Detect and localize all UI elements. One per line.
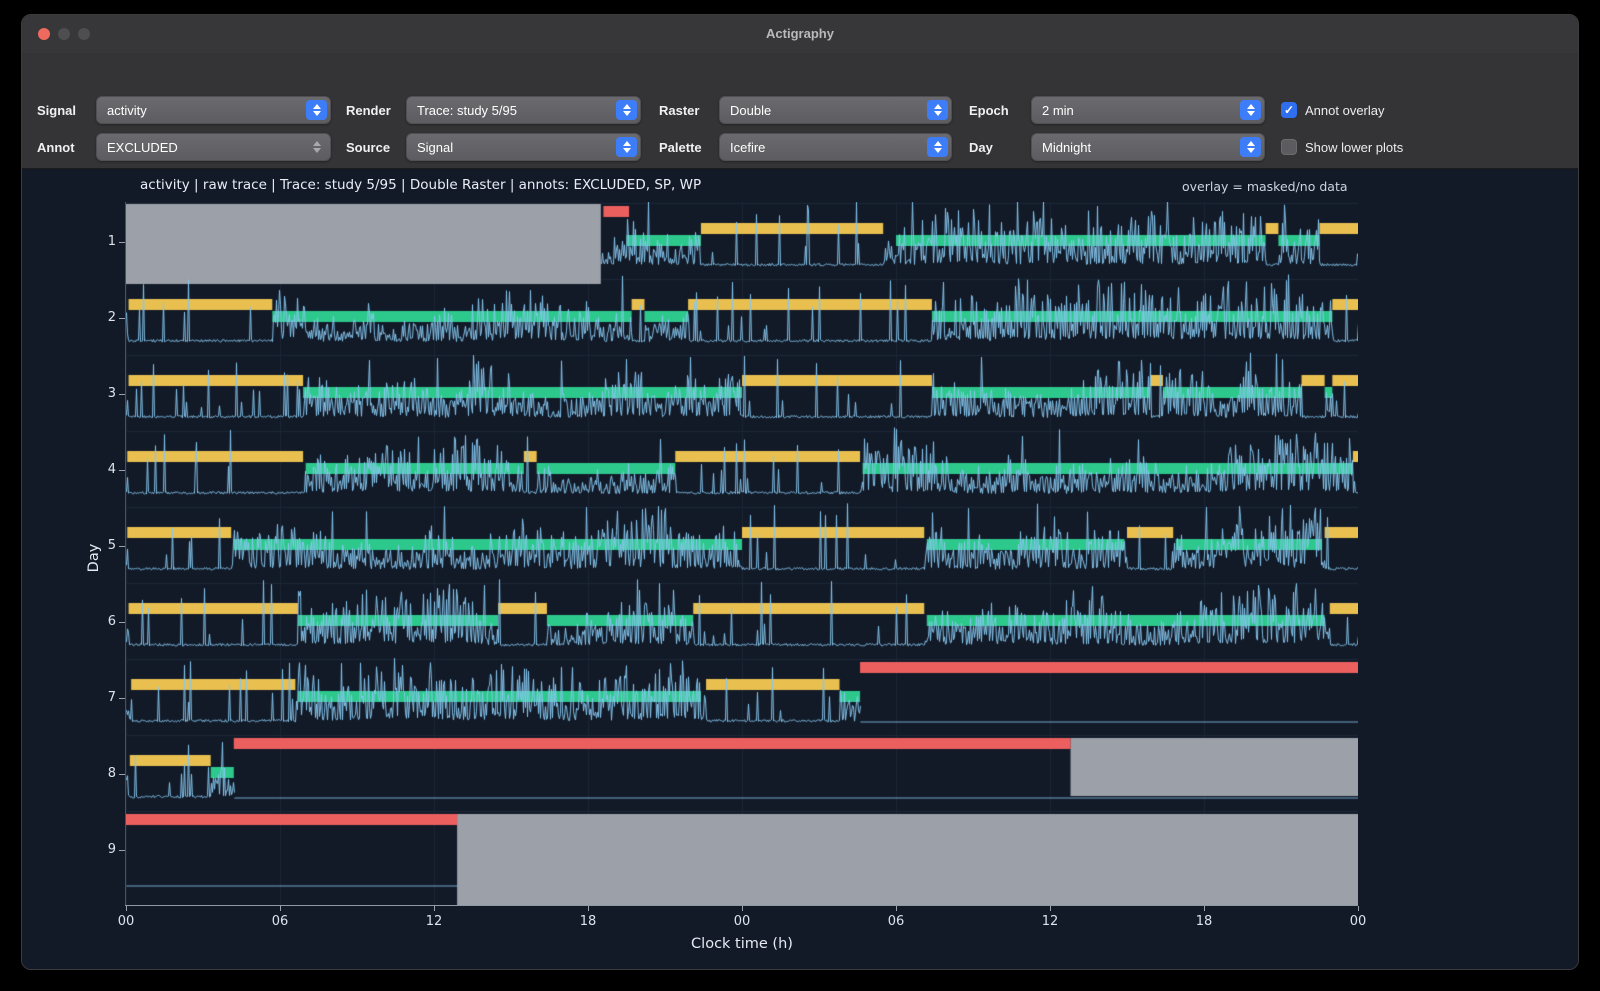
day-tick-mark [119,546,125,547]
day-tick-mark [119,622,125,623]
day-tick-label: 6 [76,614,116,629]
day-tick-mark [119,470,125,471]
epoch-label: Epoch [969,103,1031,118]
clock-tick-mark [1358,906,1359,911]
day-tick-mark [119,394,125,395]
day-tick-label: 9 [76,842,116,857]
clock-tick-label: 18 [568,914,608,929]
day-tick-mark [119,318,125,319]
clock-tick-mark [280,906,281,911]
day-tick-label: 3 [76,386,116,401]
render-select[interactable]: Trace: study 5/95 [406,96,641,124]
palette-label: Palette [659,140,719,155]
palette-select[interactable]: Icefire [719,133,952,161]
clock-tick-label: 00 [106,914,146,929]
source-select[interactable]: Signal [406,133,641,161]
y-axis-label: Day [86,538,102,578]
y-axis-spine [125,202,126,905]
x-axis-label: Clock time (h) [592,936,892,952]
clock-tick-label: 06 [260,914,300,929]
titlebar[interactable]: Actigraphy [22,15,1578,53]
source-label: Source [346,140,406,155]
day-tick-mark [119,774,125,775]
raster-label: Raster [659,103,719,118]
clock-tick-mark [588,906,589,911]
chart-panel: activity | raw trace | Trace: study 5/95… [22,170,1579,970]
clock-tick-label: 12 [414,914,454,929]
day-tick-mark [119,242,125,243]
epoch-select[interactable]: 2 min [1031,96,1265,124]
stepper-icon [616,137,637,157]
signal-select[interactable]: activity [96,96,331,124]
stepper-icon [1240,100,1261,120]
clock-tick-label: 00 [722,914,762,929]
day-tick-label: 8 [76,766,116,781]
clock-tick-label: 18 [1184,914,1224,929]
stepper-icon [306,100,327,120]
raster-select[interactable]: Double [719,96,952,124]
stepper-icon [927,100,948,120]
clock-tick-mark [1204,906,1205,911]
render-label: Render [346,103,406,118]
clock-tick-label: 00 [1338,914,1378,929]
day-tick-label: 1 [76,234,116,249]
stepper-icon [616,100,637,120]
day-tick-label: 2 [76,310,116,325]
clock-tick-mark [742,906,743,911]
chart-title: activity | raw trace | Trace: study 5/95… [140,177,701,193]
app-window: Actigraphy Signal activity Render Trace:… [21,14,1579,970]
checkbox-checked-icon: ✓ [1281,102,1297,118]
day-tick-mark [119,698,125,699]
clock-tick-mark [1050,906,1051,911]
day-tick-label: 7 [76,690,116,705]
signal-label: Signal [37,103,96,118]
mask-legend-note: overlay = masked/no data [1182,179,1348,194]
window-title: Actigraphy [22,15,1578,53]
clock-tick-label: 06 [876,914,916,929]
stepper-icon [1240,137,1261,157]
clock-tick-label: 12 [1030,914,1070,929]
annot-label: Annot [37,140,96,155]
annot-select: EXCLUDED [96,133,331,161]
day-label: Day [969,140,1031,155]
toolbar: Signal activity Render Trace: study 5/95… [22,53,1578,169]
checkbox-unchecked-icon [1281,139,1297,155]
clock-tick-mark [126,906,127,911]
stepper-icon [927,137,948,157]
show-lower-plots-checkbox[interactable]: Show lower plots [1281,138,1403,156]
stepper-icon [306,137,327,157]
clock-tick-mark [896,906,897,911]
annot-overlay-checkbox[interactable]: ✓ Annot overlay [1281,101,1385,119]
day-select[interactable]: Midnight [1031,133,1265,161]
day-tick-label: 4 [76,462,116,477]
day-tick-mark [119,850,125,851]
clock-tick-mark [434,906,435,911]
actigraphy-raster-plot[interactable] [126,202,1358,905]
